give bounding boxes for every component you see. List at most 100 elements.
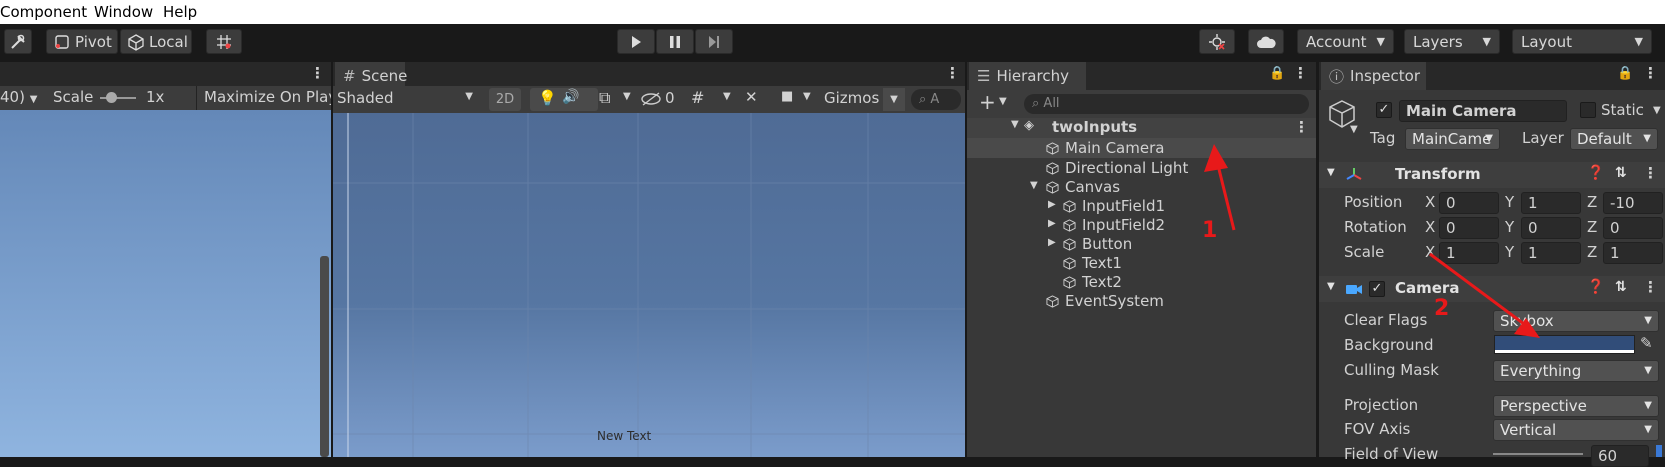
- list-item-directional-light[interactable]: Directional Light: [1046, 159, 1188, 178]
- settings-icon[interactable]: ⇅: [1615, 165, 1627, 181]
- background-color-field[interactable]: [1494, 335, 1635, 354]
- clear-flags-dropdown[interactable]: Skybox: [1493, 310, 1659, 332]
- chevron-down-icon[interactable]: ▼: [1350, 124, 1358, 135]
- list-item-text2[interactable]: Text2: [1063, 273, 1122, 292]
- list-item-canvas[interactable]: Canvas: [1046, 178, 1120, 197]
- fov-axis-dropdown[interactable]: Vertical: [1493, 419, 1659, 441]
- kebab-menu-icon[interactable]: ⋮: [945, 64, 960, 82]
- kebab-menu-icon[interactable]: ⋮: [1294, 118, 1309, 136]
- expand-arrow-icon[interactable]: ▼: [1327, 281, 1335, 292]
- position-x-field[interactable]: 0: [1439, 192, 1499, 214]
- list-item-inputfield2[interactable]: InputField2: [1063, 216, 1165, 235]
- audio-icon[interactable]: 🔊: [562, 89, 579, 105]
- maximize-on-play-button[interactable]: Maximize On Play: [196, 86, 331, 110]
- scale-z-field[interactable]: 1: [1603, 242, 1663, 264]
- gizmos-dropdown[interactable]: ▼: [883, 88, 905, 111]
- layer-dropdown[interactable]: Default: [1570, 128, 1658, 150]
- list-item-eventsystem[interactable]: EventSystem: [1046, 292, 1164, 311]
- collapse-arrow-icon[interactable]: ▶: [1048, 218, 1056, 229]
- scale-y-field[interactable]: 1: [1521, 242, 1581, 264]
- help-icon[interactable]: ❓: [1587, 279, 1604, 295]
- expand-arrow-icon[interactable]: ▼: [1011, 119, 1019, 130]
- lock-icon[interactable]: 🔒: [1269, 66, 1285, 81]
- snap-button[interactable]: [206, 29, 242, 54]
- collapse-arrow-icon[interactable]: ▶: [1048, 237, 1056, 248]
- cloud-button[interactable]: [1248, 29, 1284, 54]
- hierarchy-search-input[interactable]: ⌕ All: [1024, 94, 1309, 114]
- fov-field[interactable]: 60: [1591, 445, 1649, 467]
- pivot-button[interactable]: Pivot: [46, 29, 118, 54]
- camera-icon[interactable]: ■: [781, 89, 793, 104]
- chevron-down-icon[interactable]: ▼: [999, 96, 1007, 107]
- position-y-field[interactable]: 1: [1521, 192, 1581, 214]
- rotation-y-field[interactable]: 0: [1521, 217, 1581, 239]
- play-button[interactable]: [617, 29, 655, 54]
- scene-search-input[interactable]: ⌕ A: [911, 89, 961, 110]
- culling-mask-dropdown[interactable]: Everything: [1493, 360, 1659, 382]
- kebab-menu-icon[interactable]: ⋮: [310, 64, 325, 82]
- help-icon[interactable]: ❓: [1587, 165, 1604, 181]
- eyedropper-icon[interactable]: ✎: [1640, 334, 1653, 352]
- resolution-dropdown[interactable]: 40) ▼: [0, 88, 37, 106]
- layout-dropdown[interactable]: Layout ▼: [1512, 29, 1652, 54]
- 2d-toggle[interactable]: 2D: [489, 88, 521, 111]
- list-item-text1[interactable]: Text1: [1063, 254, 1122, 273]
- active-checkbox[interactable]: ✓: [1376, 102, 1392, 118]
- expand-arrow-icon[interactable]: ▼: [1327, 167, 1335, 178]
- expand-arrow-icon[interactable]: ▼: [1030, 180, 1038, 191]
- kebab-menu-icon[interactable]: ⋮: [1643, 164, 1658, 182]
- lock-icon[interactable]: 🔒: [1617, 66, 1633, 81]
- collapse-arrow-icon[interactable]: ▶: [1048, 199, 1056, 210]
- account-dropdown[interactable]: Account ▼: [1297, 29, 1394, 54]
- tab-hierarchy[interactable]: ☰ Hierarchy: [969, 62, 1086, 90]
- pause-button[interactable]: [656, 29, 694, 54]
- scene-root-row[interactable]: ▼ ◈ twoInputs ⋮: [967, 118, 1316, 138]
- tag-dropdown[interactable]: MainCame: [1405, 128, 1500, 150]
- fov-slider[interactable]: [1493, 453, 1583, 455]
- scale-slider[interactable]: [100, 92, 136, 103]
- menu-component[interactable]: Component: [0, 3, 87, 21]
- scale-slider-thumb[interactable]: [106, 92, 117, 103]
- menu-window[interactable]: Window: [94, 3, 153, 21]
- chevron-down-icon[interactable]: ▼: [803, 91, 811, 102]
- scene-view[interactable]: New Text: [333, 113, 965, 457]
- projection-dropdown[interactable]: Perspective: [1493, 395, 1659, 417]
- list-item-inputfield1[interactable]: InputField1: [1063, 197, 1165, 216]
- local-button[interactable]: Local: [120, 29, 192, 54]
- kebab-menu-icon[interactable]: ⋮: [1643, 278, 1658, 296]
- transform-header[interactable]: ▼ Transform ❓ ⇅ ⋮: [1319, 162, 1665, 188]
- shading-dropdown[interactable]: Shaded ▼: [333, 86, 483, 113]
- tools-button[interactable]: [4, 29, 32, 54]
- inspector-scrollbar[interactable]: [1656, 445, 1662, 457]
- gizmos-button[interactable]: Gizmos: [820, 86, 884, 113]
- object-name-field[interactable]: Main Camera: [1399, 100, 1567, 122]
- layers-dropdown[interactable]: Layers ▼: [1404, 29, 1500, 54]
- add-icon[interactable]: +: [979, 90, 996, 114]
- game-scrollbar[interactable]: [320, 256, 329, 457]
- rotation-x-field[interactable]: 0: [1439, 217, 1499, 239]
- grid-snap-icon[interactable]: #: [691, 88, 704, 107]
- position-z-field[interactable]: -10: [1603, 192, 1663, 214]
- game-view[interactable]: [0, 110, 331, 457]
- static-checkbox[interactable]: [1580, 102, 1596, 118]
- tools-icon[interactable]: ✕: [745, 88, 758, 106]
- chevron-down-icon[interactable]: ▼: [623, 91, 631, 102]
- effects-icon[interactable]: ⧉: [599, 88, 610, 108]
- camera-header[interactable]: ▼ ✓ Camera ❓ ⇅ ⋮: [1319, 276, 1665, 302]
- step-button[interactable]: [695, 29, 733, 54]
- kebab-menu-icon[interactable]: ⋮: [1293, 64, 1308, 82]
- scale-x-field[interactable]: 1: [1439, 242, 1499, 264]
- tab-inspector[interactable]: ⓘ Inspector: [1321, 62, 1426, 90]
- hidden-objects-toggle[interactable]: 0: [638, 88, 682, 111]
- chevron-down-icon[interactable]: ▼: [1653, 105, 1661, 116]
- menu-help[interactable]: Help: [163, 3, 197, 21]
- chevron-down-icon[interactable]: ▼: [723, 91, 731, 102]
- list-item-button[interactable]: Button: [1063, 235, 1132, 254]
- kebab-menu-icon[interactable]: ⋮: [1643, 64, 1658, 82]
- list-item-main-camera[interactable]: Main Camera: [1046, 139, 1164, 158]
- settings-icon[interactable]: ⇅: [1615, 279, 1627, 295]
- rotation-z-field[interactable]: 0: [1603, 217, 1663, 239]
- collab-button[interactable]: [1199, 29, 1235, 54]
- camera-enabled-checkbox[interactable]: ✓: [1369, 281, 1385, 297]
- lighting-icon[interactable]: 💡: [538, 89, 557, 107]
